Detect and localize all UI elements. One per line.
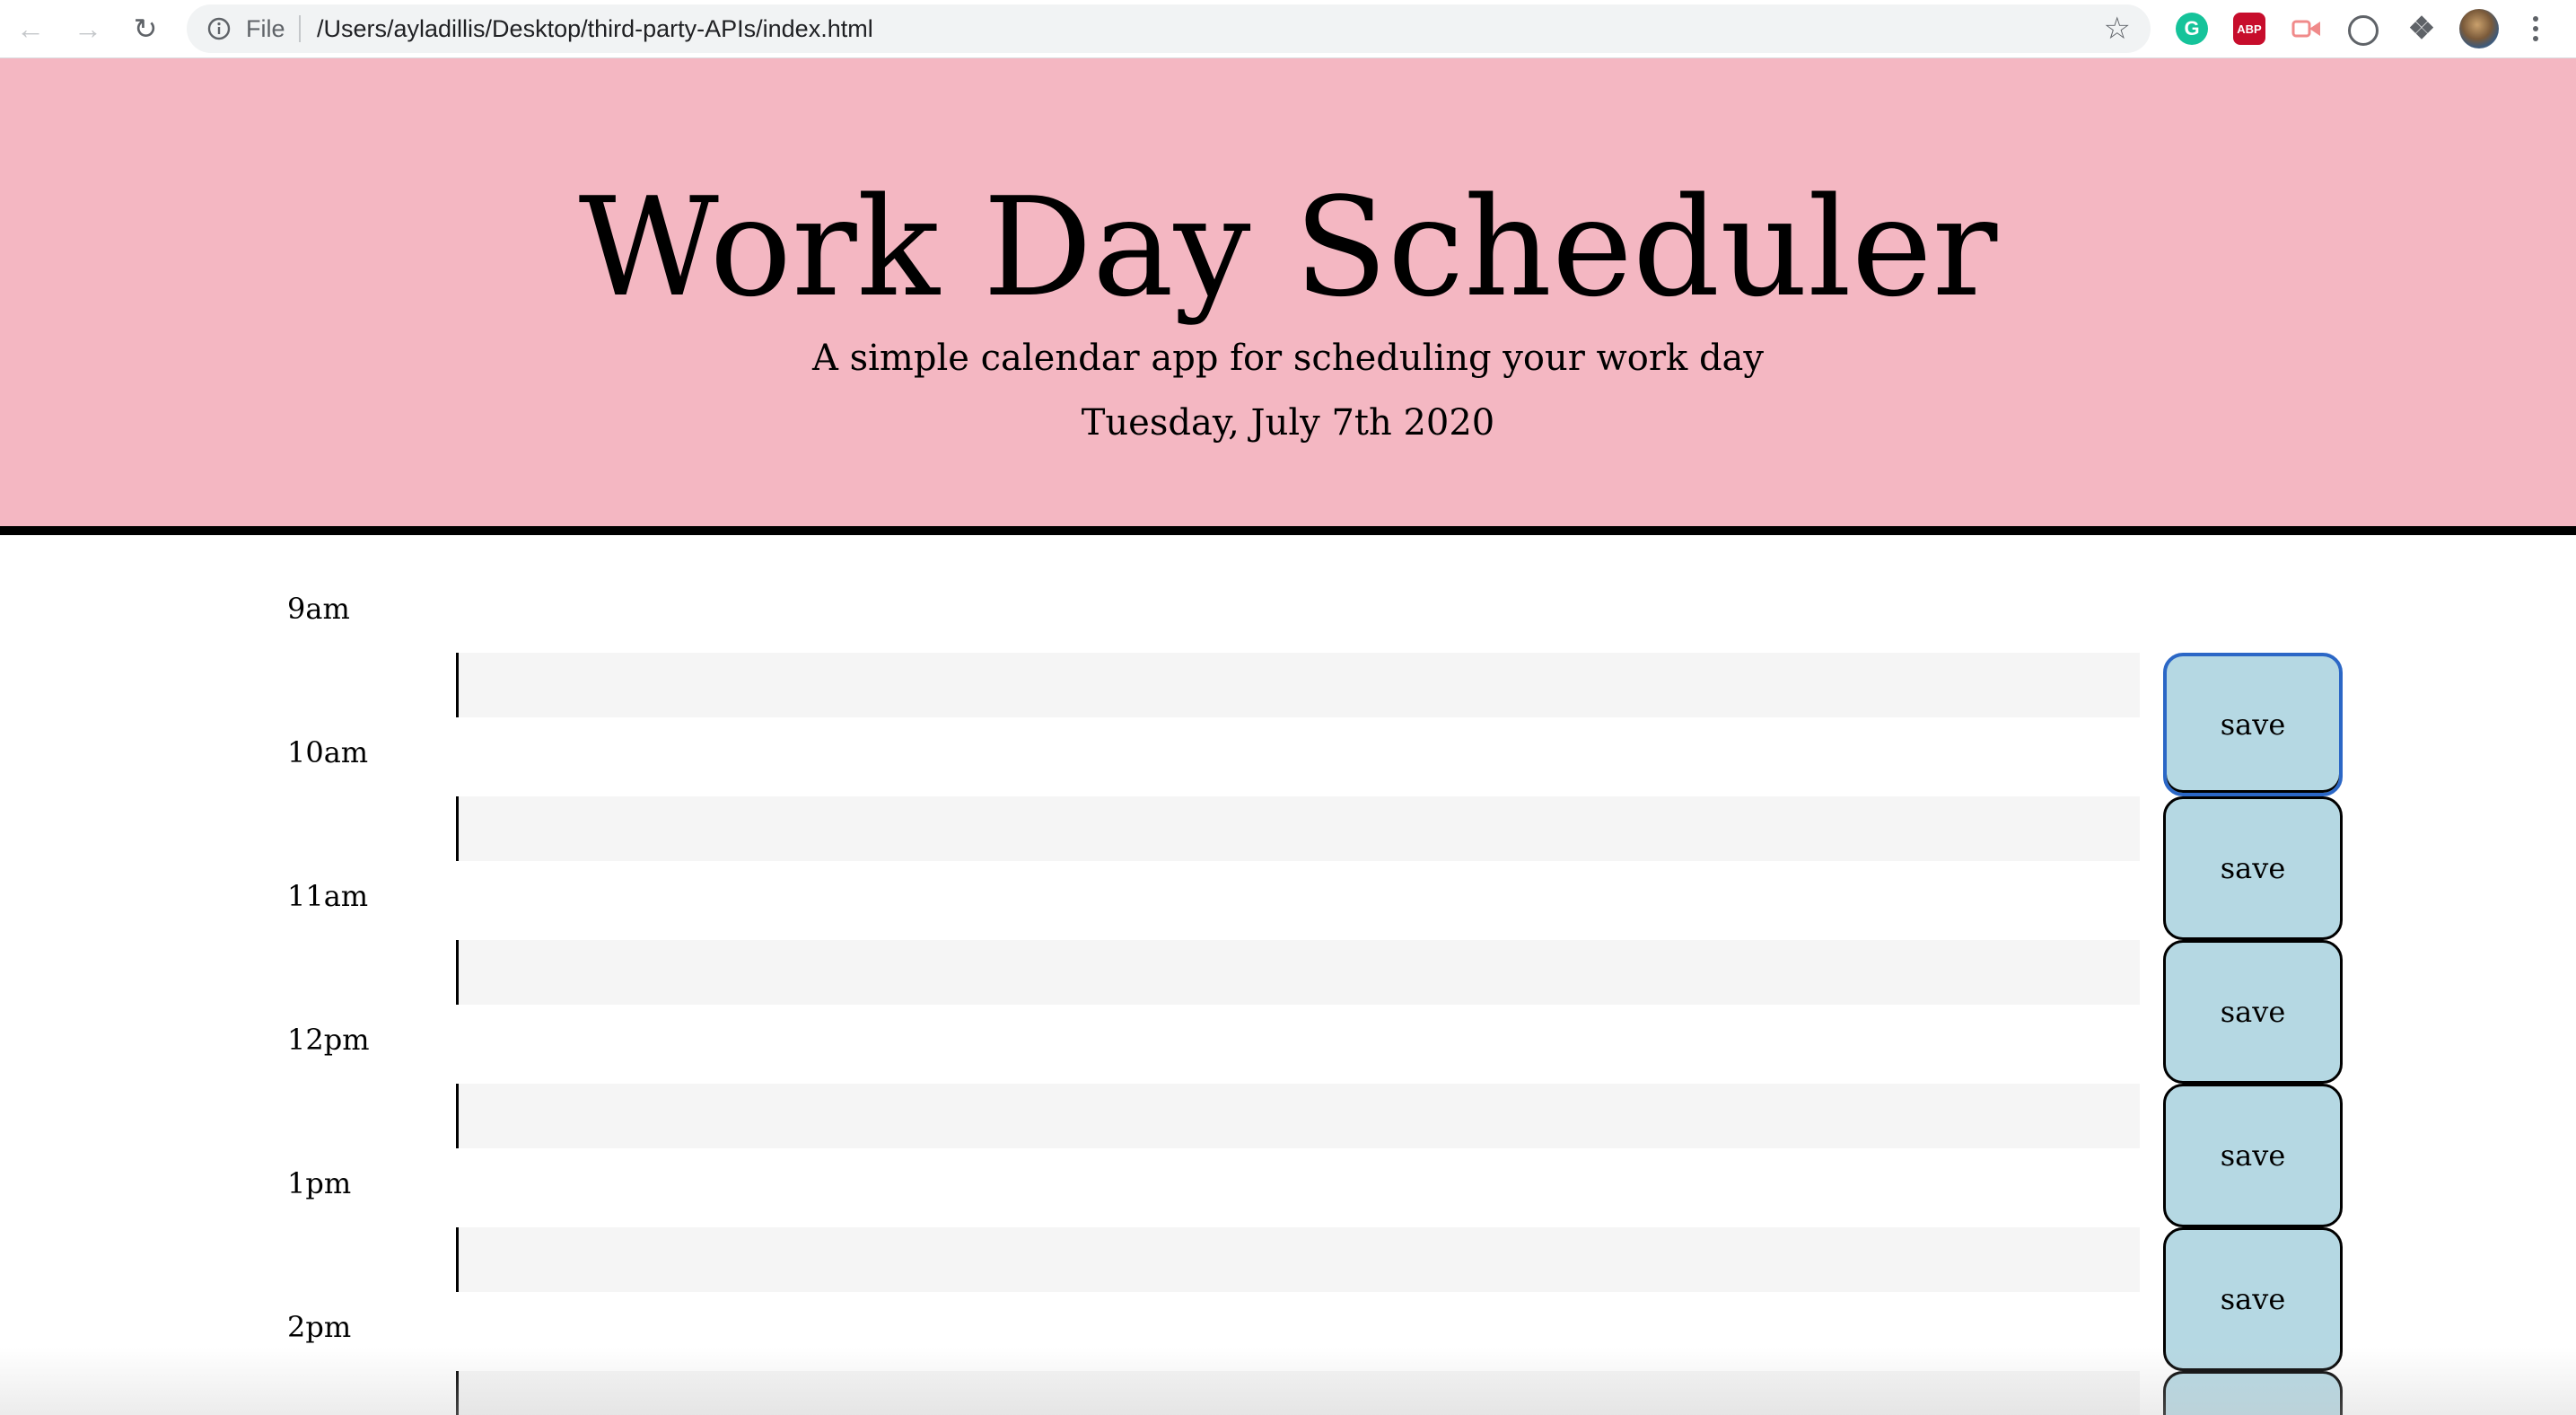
info-icon[interactable]: [206, 16, 232, 41]
url-scheme-label: File: [246, 15, 285, 42]
omnibox-divider: [299, 15, 301, 42]
hour-label: 12pm: [287, 1023, 370, 1057]
page-subtitle: A simple calendar app for scheduling you…: [811, 338, 1765, 379]
hour-label: 10am: [287, 735, 369, 769]
save-button[interactable]: [2163, 1371, 2343, 1415]
task-input[interactable]: [456, 1084, 2140, 1148]
extensions-puzzle-icon[interactable]: ❖: [2405, 12, 2438, 46]
grammarly-icon[interactable]: G: [2176, 13, 2208, 45]
header-jumbotron: Work Day Scheduler A simple calendar app…: [0, 58, 2576, 535]
hour-label: 11am: [287, 879, 369, 913]
task-input[interactable]: [456, 1227, 2140, 1292]
forward-arrow-icon[interactable]: →: [70, 11, 106, 47]
address-bar[interactable]: File /Users/ayladillis/Desktop/third-par…: [187, 4, 2151, 53]
hour-label: 2pm: [287, 1310, 352, 1344]
current-day: Tuesday, July 7th 2020: [1081, 402, 1495, 444]
menu-kebab-icon[interactable]: [2522, 9, 2549, 48]
adblock-icon[interactable]: ABP: [2233, 13, 2265, 45]
browser-toolbar: ← → ↻ File /Users/ayladillis/Desktop/thi…: [0, 0, 2576, 58]
task-input[interactable]: [456, 940, 2140, 1005]
save-button[interactable]: save: [2163, 1227, 2343, 1371]
profile-avatar[interactable]: [2459, 9, 2499, 48]
save-button[interactable]: save: [2163, 653, 2343, 796]
save-button[interactable]: save: [2163, 796, 2343, 940]
hour-label: 1pm: [287, 1166, 352, 1200]
page-title: Work Day Scheduler: [578, 168, 1998, 327]
hour-label: 9am: [287, 592, 350, 626]
save-button[interactable]: save: [2163, 940, 2343, 1084]
save-button[interactable]: save: [2163, 1084, 2343, 1227]
back-arrow-icon[interactable]: ←: [13, 11, 48, 47]
task-input[interactable]: [456, 1371, 2140, 1415]
recorder-icon[interactable]: [2291, 13, 2323, 45]
task-input[interactable]: [456, 653, 2140, 717]
url-text[interactable]: /Users/ayladillis/Desktop/third-party-AP…: [317, 16, 873, 41]
star-icon[interactable]: ☆: [2104, 13, 2131, 45]
task-input[interactable]: [456, 796, 2140, 861]
circle-extension-icon[interactable]: [2348, 15, 2379, 46]
reload-icon[interactable]: ↻: [127, 11, 163, 47]
